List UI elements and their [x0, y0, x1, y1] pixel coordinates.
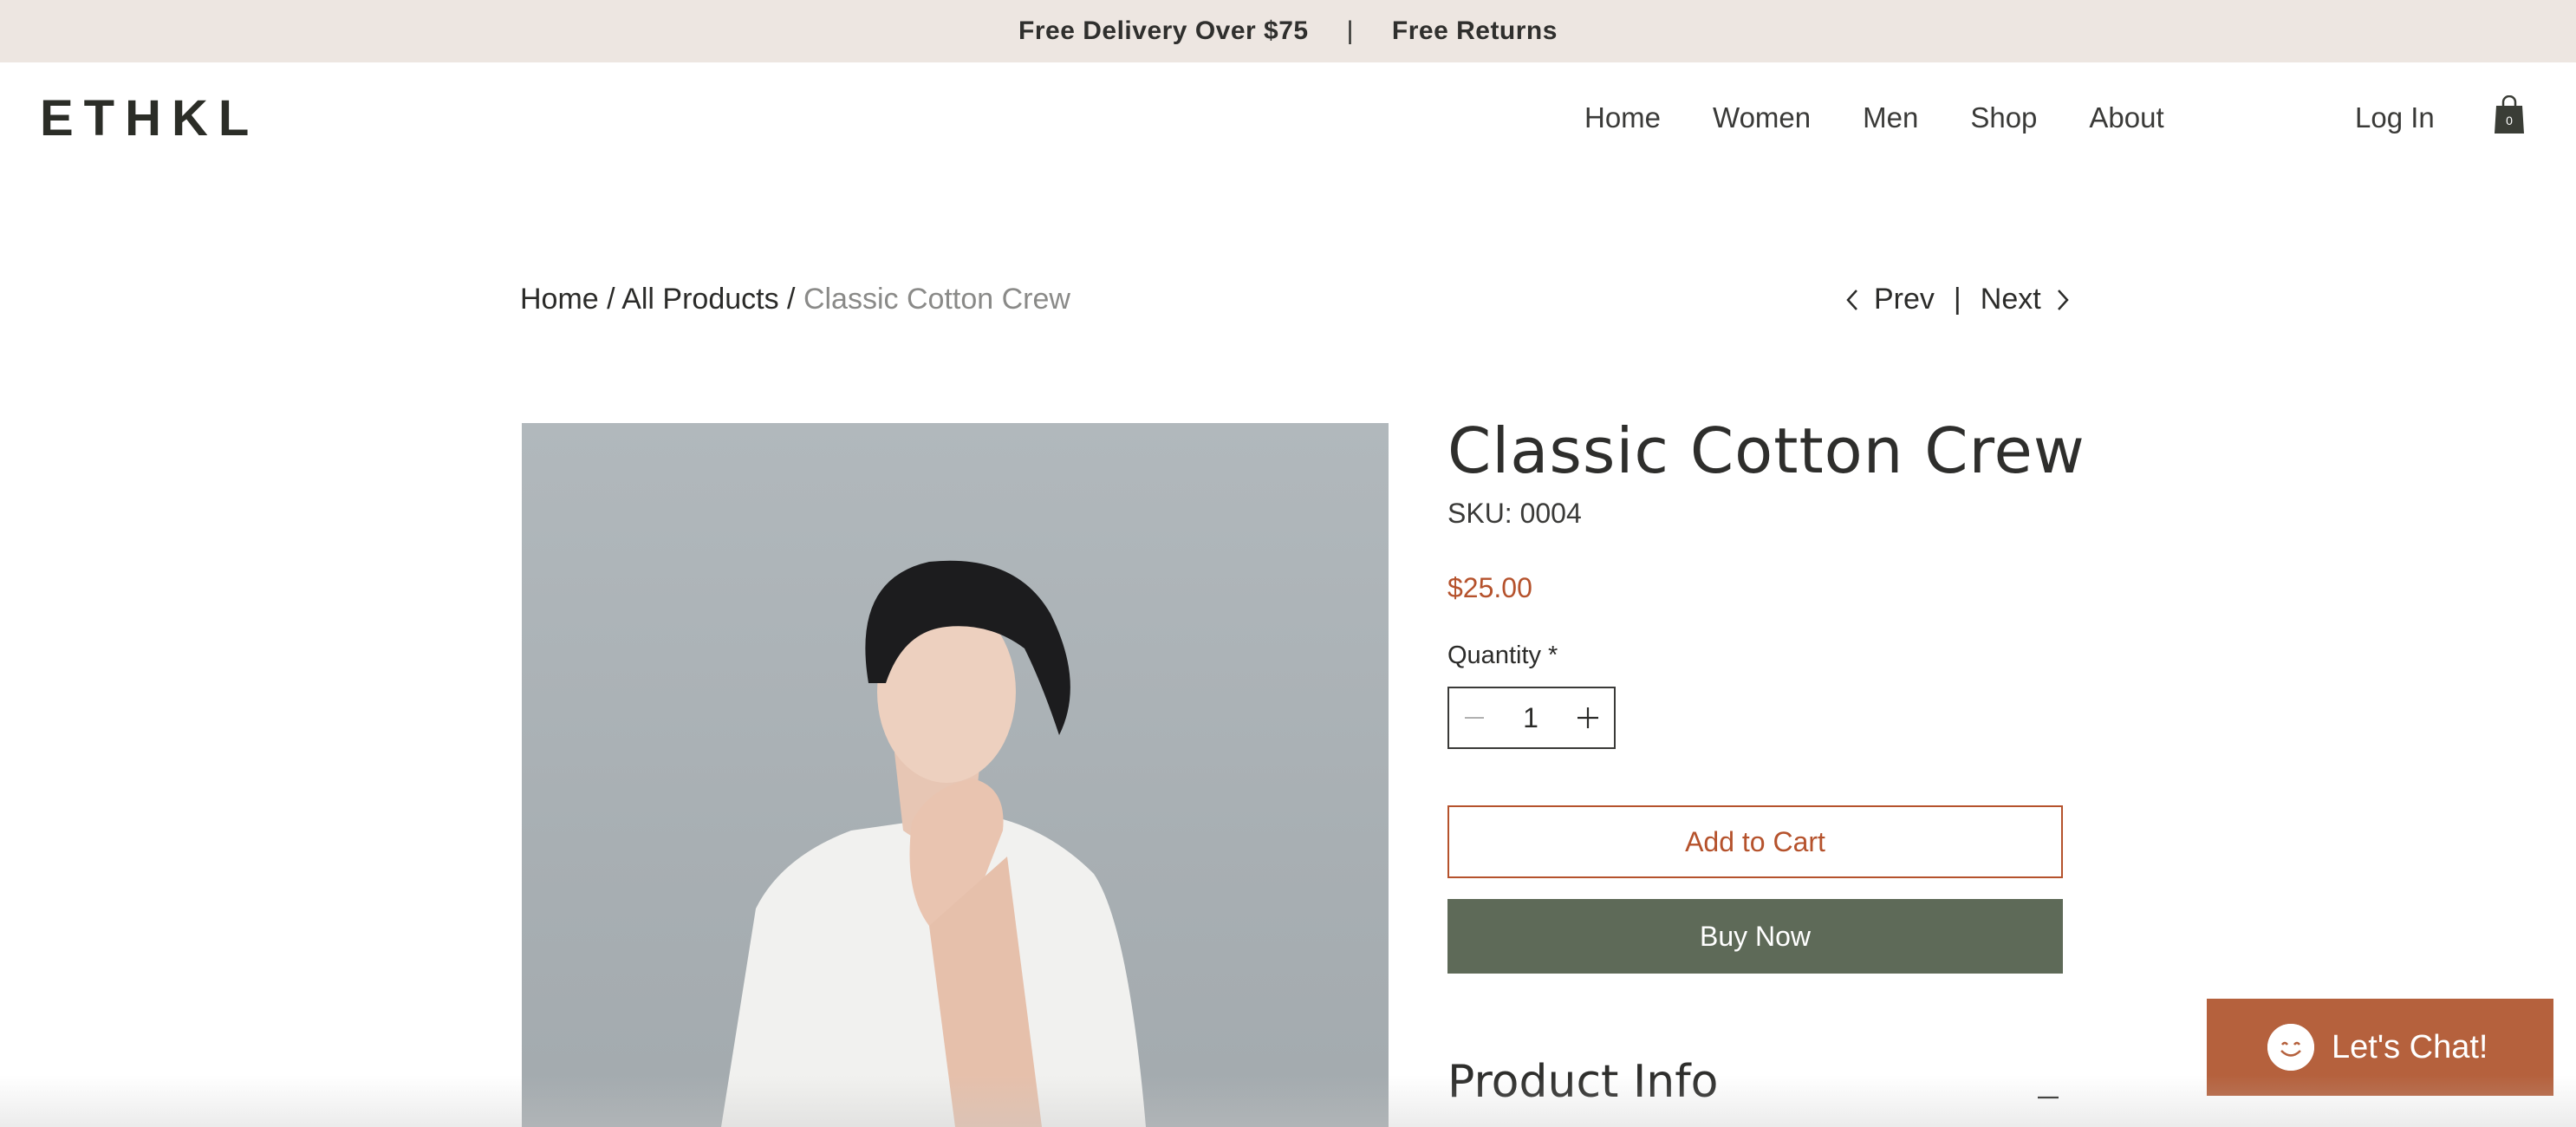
free-delivery-text: Free Delivery Over $75	[1018, 16, 1309, 45]
product-price: $25.00	[1447, 572, 1532, 603]
free-returns-text: Free Returns	[1391, 16, 1558, 45]
nav-item-home[interactable]: Home	[1584, 101, 1661, 134]
breadcrumb-home[interactable]: Home	[520, 283, 599, 316]
breadcrumb-current: Classic Cotton Crew	[803, 283, 1070, 316]
next-button[interactable]: Next	[1981, 283, 2072, 316]
product-photo	[721, 560, 1146, 1127]
add-to-cart-button[interactable]: Add to Cart	[1447, 805, 2063, 878]
minus-icon	[2038, 1096, 2059, 1099]
site-logo[interactable]: ETHKL	[40, 94, 259, 144]
announcement-bar: Free Delivery Over $75 | Free Returns	[0, 0, 2576, 62]
product-pager: Prev | Next	[1843, 283, 2072, 316]
quantity-input[interactable]: 1	[1523, 702, 1538, 734]
announcement-separator: |	[1346, 16, 1354, 45]
cart-button[interactable]: 0	[2493, 94, 2526, 135]
product-sku: SKU: 0004	[1447, 498, 1582, 529]
shopping-bag-icon: 0	[2495, 94, 2524, 134]
cart-count: 0	[2506, 114, 2513, 127]
breadcrumb-all-products[interactable]: All Products	[621, 283, 778, 316]
product-title: Classic Cotton Crew	[1447, 414, 2085, 487]
chevron-right-icon	[2057, 289, 2069, 310]
pager-divider: |	[1953, 283, 1961, 316]
prev-button[interactable]: Prev	[1843, 283, 1935, 316]
chat-label: Let's Chat!	[2332, 1028, 2488, 1065]
quantity-stepper: 1	[1447, 687, 1616, 749]
plus-icon	[1577, 707, 1598, 728]
nav-item-about[interactable]: About	[2089, 101, 2163, 134]
breadcrumb: Home / All Products / Classic Cotton Cre…	[520, 283, 1070, 316]
product-image[interactable]	[522, 423, 1389, 1127]
collapse-toggle[interactable]	[2037, 1073, 2059, 1108]
chevron-left-icon	[1846, 289, 1857, 310]
smiley-icon	[2267, 1024, 2314, 1071]
main-nav: Home Women Men Shop About	[1584, 101, 2216, 134]
login-link[interactable]: Log In	[2355, 101, 2435, 134]
buy-now-button[interactable]: Buy Now	[1447, 899, 2063, 974]
quantity-increase-button[interactable]	[1576, 699, 1600, 737]
quantity-label: Quantity *	[1447, 642, 1558, 669]
nav-item-men[interactable]: Men	[1863, 101, 1918, 134]
prev-label: Prev	[1874, 283, 1935, 316]
product-info-heading[interactable]: Product Info	[1447, 1056, 1718, 1108]
nav-item-shop[interactable]: Shop	[1970, 101, 2037, 134]
breadcrumb-separator: /	[607, 283, 615, 316]
minus-icon	[1465, 717, 1484, 719]
chat-widget-button[interactable]: Let's Chat!	[2207, 999, 2553, 1096]
quantity-decrease-button[interactable]	[1463, 700, 1486, 735]
next-label: Next	[1980, 283, 2041, 316]
breadcrumb-separator: /	[787, 283, 796, 316]
nav-item-women[interactable]: Women	[1713, 101, 1811, 134]
